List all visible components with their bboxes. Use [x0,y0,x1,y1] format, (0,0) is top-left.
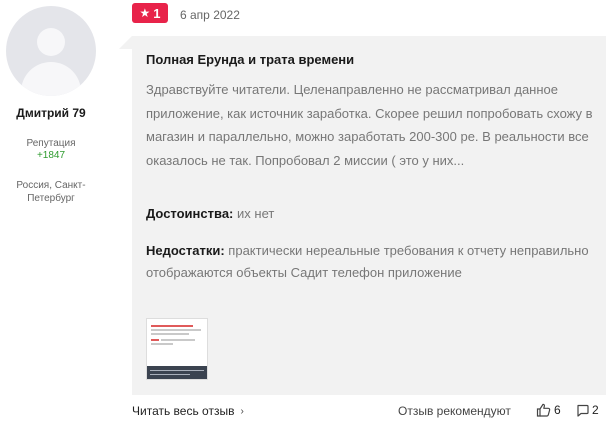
chevron-right-icon: › [240,405,244,417]
rating-value: 1 [153,5,161,21]
review-pros: Достоинства: их нет [146,203,598,225]
thumb-line [150,370,204,371]
review-item: Дмитрий 79 Репутация +1847 Россия, Санкт… [0,0,606,428]
pros-label: Достоинства: [146,206,234,221]
review-cons: Недостатки: практически нереальные требо… [146,240,598,284]
thumb-line [161,339,195,341]
thumbs-up-icon [536,403,551,417]
attachment-thumbnail[interactable] [146,318,208,380]
author-name[interactable]: Дмитрий 79 [0,106,102,120]
thumb-line [151,325,193,327]
reputation-label: Репутация [26,138,76,149]
comments-button[interactable]: 2 [576,403,599,417]
likes-count: 6 [554,403,561,417]
review-title[interactable]: Полная Ерунда и трата времени [146,52,354,67]
reputation-value: +1847 [36,150,66,161]
review-body: Здравствуйте читатели. Целенаправленно н… [146,82,593,168]
thumb-line [151,339,159,341]
thumb-line [151,333,189,335]
thumb-line [150,374,190,375]
pros-text: их нет [237,206,275,221]
avatar-head-shape [37,28,65,56]
comment-icon [576,404,589,417]
author-location: Россия, Санкт-Петербург [16,180,86,204]
cons-label: Недостатки: [146,243,225,258]
review-date: 6 апр 2022 [180,8,240,22]
avatar-body-shape [21,62,81,96]
like-button[interactable]: 6 [536,403,561,417]
star-icon: ★ [139,6,151,20]
card-notch [119,36,132,49]
thumb-footer [147,366,207,379]
recommends-label: Отзыв рекомендуют [398,404,511,418]
read-full-review-link[interactable]: Читать весь отзыв › [132,404,244,418]
rating-badge: ★ 1 [132,3,168,23]
read-more-label: Читать весь отзыв [132,404,235,418]
thumb-line [151,343,173,345]
thumb-line [151,329,201,331]
avatar[interactable] [6,6,96,96]
comments-count: 2 [592,403,599,417]
